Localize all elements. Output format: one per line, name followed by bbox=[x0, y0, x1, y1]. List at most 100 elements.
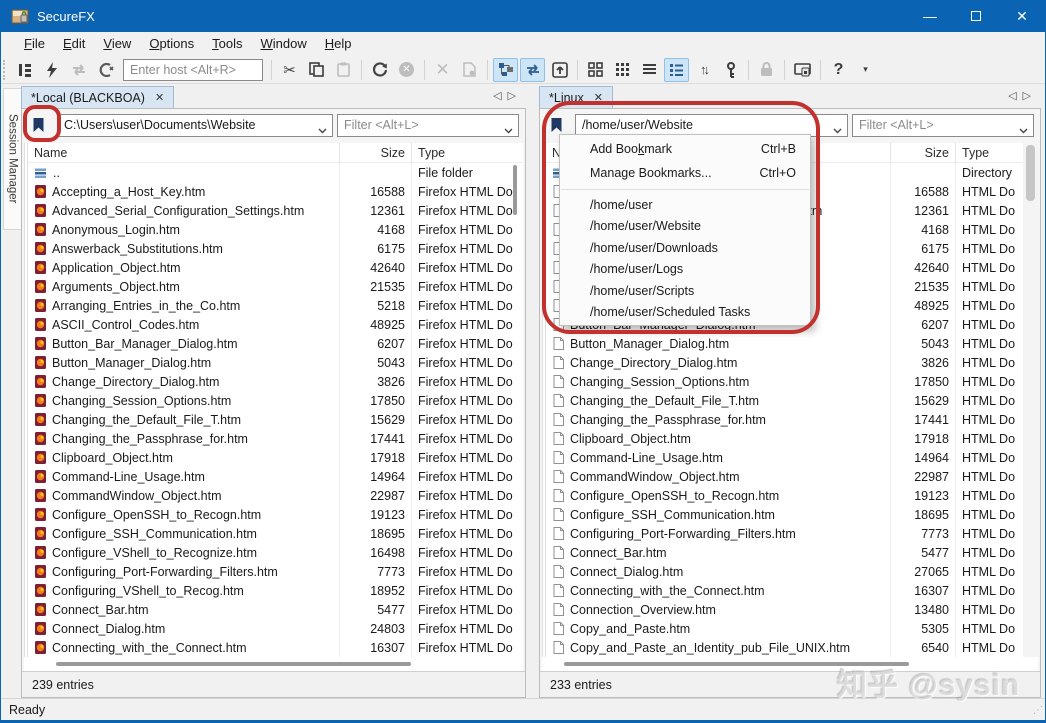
tab-close-icon[interactable]: ✕ bbox=[594, 91, 603, 104]
host-input[interactable] bbox=[123, 58, 263, 81]
table-row[interactable]: Copy_and_Paste.htm 5305 HTML Do bbox=[546, 619, 1023, 638]
table-row[interactable]: Command-Line_Usage.htm 14964 HTML Do bbox=[546, 448, 1023, 467]
firewall-icon[interactable] bbox=[790, 58, 815, 82]
small-icons-icon[interactable] bbox=[610, 58, 635, 82]
table-row[interactable]: Clipboard_Object.htm 17918 HTML Do bbox=[546, 429, 1023, 448]
menu-item-manage-bookmarks[interactable]: Manage Bookmarks... Ctrl+O bbox=[560, 161, 810, 185]
table-row[interactable]: Arguments_Object.htm 21535 Firefox HTML … bbox=[28, 277, 523, 296]
menu-item-bookmark-path[interactable]: /home/user bbox=[560, 194, 810, 216]
bookmark-icon[interactable] bbox=[25, 112, 51, 138]
session-manager-tab[interactable]: Session Manager bbox=[3, 88, 22, 230]
disconnect-icon[interactable] bbox=[93, 58, 118, 82]
tab-scroll-arrows[interactable]: ◁▷ bbox=[493, 89, 522, 102]
cut-icon[interactable]: ✂ bbox=[277, 58, 302, 82]
table-row[interactable]: Changing_Session_Options.htm 17850 HTML … bbox=[546, 372, 1023, 391]
menubar-item[interactable]: Help bbox=[316, 34, 361, 53]
table-row[interactable]: Answerback_Substitutions.htm 6175 Firefo… bbox=[28, 239, 523, 258]
local-vertical-scrollbar[interactable] bbox=[513, 165, 517, 215]
table-row[interactable]: Arranging_Entries_in_the_Co.htm 5218 Fir… bbox=[28, 296, 523, 315]
table-row[interactable]: Configure_VShell_to_Recognize.htm 16498 … bbox=[28, 543, 523, 562]
paste-icon[interactable] bbox=[331, 58, 356, 82]
maximize-button[interactable] bbox=[953, 0, 999, 32]
table-row[interactable]: Connection_Overview.htm 13480 HTML Do bbox=[546, 600, 1023, 619]
lock-icon[interactable] bbox=[754, 58, 779, 82]
table-row[interactable]: Configuring_Port-Forwarding_Filters.htm … bbox=[546, 524, 1023, 543]
table-row[interactable]: Configure_OpenSSH_to_Recogn.htm 19123 Fi… bbox=[28, 505, 523, 524]
tree-view-icon[interactable] bbox=[493, 57, 518, 82]
synchronize-icon[interactable] bbox=[520, 57, 545, 82]
table-row[interactable]: Button_Manager_Dialog.htm 5043 Firefox H… bbox=[28, 353, 523, 372]
close-button[interactable]: ✕ bbox=[999, 0, 1045, 32]
menu-item-bookmark-path[interactable]: /home/user/Scheduled Tasks bbox=[560, 302, 810, 324]
properties-icon[interactable] bbox=[457, 58, 482, 82]
table-row[interactable]: Configure_SSH_Communication.htm 18695 Fi… bbox=[28, 524, 523, 543]
table-row[interactable]: Copy_and_Paste_an_Identity_pub_File_UNIX… bbox=[546, 638, 1023, 657]
table-row[interactable]: Connecting_with_the_Connect.htm 16307 Fi… bbox=[28, 638, 523, 657]
minimize-button[interactable]: — bbox=[907, 0, 953, 32]
menubar-item[interactable]: View bbox=[94, 34, 140, 53]
menubar-item[interactable]: Window bbox=[252, 34, 316, 53]
menubar-item[interactable]: Options bbox=[140, 34, 203, 53]
table-row[interactable]: Changing_the_Default_File_T.htm 15629 Fi… bbox=[28, 410, 523, 429]
quick-connect-bolt-icon[interactable] bbox=[39, 58, 64, 82]
local-filter-combo[interactable]: Filter <Alt+L> bbox=[337, 113, 519, 137]
remote-filter-combo[interactable]: Filter <Alt+L> bbox=[852, 113, 1034, 137]
column-header-type[interactable]: Type bbox=[411, 143, 523, 162]
table-row[interactable]: Change_Directory_Dialog.htm 3826 Firefox… bbox=[28, 372, 523, 391]
help-icon[interactable]: ? bbox=[826, 58, 851, 82]
table-row[interactable]: Connecting_with_the_Connect.htm 16307 HT… bbox=[546, 581, 1023, 600]
column-header-type[interactable]: Type bbox=[955, 143, 1023, 162]
local-path-combo[interactable]: C:\Users\user\Documents\Website bbox=[57, 113, 333, 137]
table-row[interactable]: Changing_the_Passphrase_for.htm 17441 HT… bbox=[546, 410, 1023, 429]
tab-scroll-arrows[interactable]: ◁▷ bbox=[1008, 89, 1037, 102]
filter-key-icon[interactable] bbox=[718, 58, 743, 82]
table-row[interactable]: CommandWindow_Object.htm 22987 Firefox H… bbox=[28, 486, 523, 505]
table-row[interactable]: Configuring_VShell_to_Recog.htm 18952 Fi… bbox=[28, 581, 523, 600]
table-row[interactable]: Connect_Dialog.htm 24803 Firefox HTML Do bbox=[28, 619, 523, 638]
stop-icon[interactable]: ✕ bbox=[394, 58, 419, 82]
remote-vertical-scrollbar[interactable] bbox=[1023, 143, 1038, 657]
table-row[interactable]: .. File folder bbox=[28, 163, 523, 182]
table-row[interactable]: Button_Bar_Manager_Dialog.htm 6207 Firef… bbox=[28, 334, 523, 353]
transfer-up-icon[interactable] bbox=[547, 58, 572, 82]
table-row[interactable]: CommandWindow_Object.htm 22987 HTML Do bbox=[546, 467, 1023, 486]
table-row[interactable]: Configure_SSH_Communication.htm 18695 HT… bbox=[546, 505, 1023, 524]
table-row[interactable]: Connect_Dialog.htm 27065 HTML Do bbox=[546, 562, 1023, 581]
list-view-icon[interactable] bbox=[637, 58, 662, 82]
menu-item-add-bookmark[interactable]: Add Bookmark Ctrl+B bbox=[560, 137, 810, 161]
details-view-icon[interactable] bbox=[664, 57, 689, 82]
toolbar-overflow-icon[interactable]: ▾ bbox=[853, 58, 878, 82]
column-header-size[interactable]: Size bbox=[339, 143, 411, 162]
reconnect-icon[interactable] bbox=[66, 58, 91, 82]
sort-icon[interactable]: ↑↓ bbox=[691, 58, 716, 82]
tab-local[interactable]: *Local (BLACKBOA) ✕ bbox=[21, 86, 175, 108]
table-row[interactable]: Button_Manager_Dialog.htm 5043 HTML Do bbox=[546, 334, 1023, 353]
remote-horizontal-scrollbar[interactable] bbox=[542, 657, 1038, 671]
refresh-icon[interactable] bbox=[367, 58, 392, 82]
menubar-item[interactable]: Edit bbox=[54, 34, 94, 53]
menu-item-bookmark-path[interactable]: /home/user/Website bbox=[560, 216, 810, 238]
table-row[interactable]: Advanced_Serial_Configuration_Settings.h… bbox=[28, 201, 523, 220]
menu-item-bookmark-path[interactable]: /home/user/Logs bbox=[560, 259, 810, 281]
table-row[interactable]: Application_Object.htm 42640 Firefox HTM… bbox=[28, 258, 523, 277]
menu-item-bookmark-path[interactable]: /home/user/Downloads bbox=[560, 237, 810, 259]
local-horizontal-scrollbar[interactable] bbox=[24, 657, 523, 671]
table-row[interactable]: Clipboard_Object.htm 17918 Firefox HTML … bbox=[28, 448, 523, 467]
menu-item-bookmark-path[interactable]: /home/user/Scripts bbox=[560, 280, 810, 302]
menubar-item[interactable]: File bbox=[15, 34, 54, 53]
tab-linux[interactable]: *Linux ✕ bbox=[539, 86, 613, 108]
large-icons-icon[interactable] bbox=[583, 58, 608, 82]
table-row[interactable]: ASCII_Control_Codes.htm 48925 Firefox HT… bbox=[28, 315, 523, 334]
table-row[interactable]: Changing_Session_Options.htm 17850 Firef… bbox=[28, 391, 523, 410]
table-row[interactable]: Change_Directory_Dialog.htm 3826 HTML Do bbox=[546, 353, 1023, 372]
tab-close-icon[interactable]: ✕ bbox=[155, 91, 164, 104]
table-row[interactable]: Changing_the_Passphrase_for.htm 17441 Fi… bbox=[28, 429, 523, 448]
copy-icon[interactable] bbox=[304, 58, 329, 82]
column-header-size[interactable]: Size bbox=[890, 143, 955, 162]
table-row[interactable]: Command-Line_Usage.htm 14964 Firefox HTM… bbox=[28, 467, 523, 486]
session-manager-icon[interactable] bbox=[12, 58, 37, 82]
table-row[interactable]: Anonymous_Login.htm 4168 Firefox HTML Do bbox=[28, 220, 523, 239]
table-row[interactable]: Connect_Bar.htm 5477 HTML Do bbox=[546, 543, 1023, 562]
column-header-name[interactable]: Name bbox=[28, 146, 339, 160]
table-row[interactable]: Configuring_Port-Forwarding_Filters.htm … bbox=[28, 562, 523, 581]
